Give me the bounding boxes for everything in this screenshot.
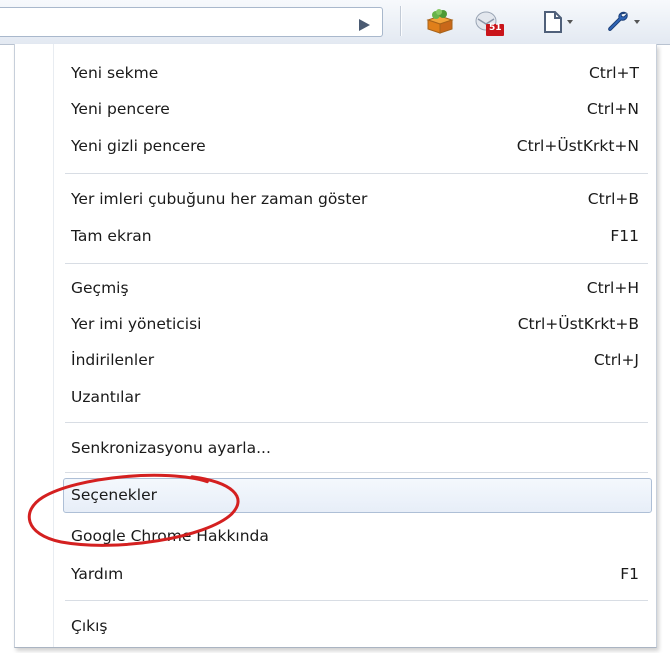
menu-item-label: Geçmiş (71, 279, 129, 297)
menu-item-label: Yardım (71, 565, 124, 583)
extension-box-icon[interactable] (424, 7, 456, 37)
chevron-down-icon (634, 20, 640, 24)
browser-toolbar: 51 (0, 0, 670, 45)
menu-item-label: Seçenekler (71, 486, 157, 504)
menu-item-options[interactable]: Seçenekler (71, 477, 639, 513)
menu-separator (65, 472, 648, 473)
menu-item-new-window[interactable]: Yeni pencere Ctrl+N (71, 91, 639, 127)
go-arrow-icon[interactable] (356, 17, 372, 33)
menu-item-label: İndirilenler (71, 351, 155, 369)
menu-item-label: Yer imleri çubuğunu her zaman göster (71, 190, 368, 208)
menu-item-label: Yeni sekme (71, 64, 159, 82)
menu-item-shortcut: F1 (620, 565, 639, 583)
toolbar-separator (400, 6, 402, 36)
menu-item-shortcut: Ctrl+J (593, 351, 639, 369)
mail-notification-icon[interactable]: 51 (472, 7, 512, 37)
menu-separator (65, 173, 648, 174)
menu-item-label: Senkronizasyonu ayarla... (71, 439, 271, 457)
menu-item-extensions[interactable]: Uzantılar (71, 379, 639, 415)
menu-item-shortcut: Ctrl+N (586, 100, 639, 118)
menu-item-help[interactable]: Yardım F1 (71, 556, 639, 592)
menu-item-new-tab[interactable]: Yeni sekme Ctrl+T (71, 55, 639, 91)
menu-item-shortcut: Ctrl+H (586, 279, 639, 297)
address-bar[interactable] (0, 7, 383, 37)
menu-item-shortcut: Ctrl+B (587, 190, 639, 208)
menu-item-exit[interactable]: Çıkış (71, 608, 639, 644)
menu-item-about-chrome[interactable]: Google Chrome Hakkında (71, 518, 639, 554)
menu-item-label: Yeni gizli pencere (71, 137, 206, 155)
menu-item-label: Çıkış (71, 617, 108, 635)
menu-item-shortcut: Ctrl+ÜstKrkt+N (516, 137, 639, 155)
menu-item-label: Yeni pencere (71, 100, 170, 118)
wrench-dropdown-menu: Yeni sekme Ctrl+T Yeni pencere Ctrl+N Ye… (14, 44, 657, 648)
page-menu-icon[interactable] (542, 7, 573, 37)
menu-gutter (53, 44, 54, 647)
menu-item-label: Tam ekran (71, 227, 152, 245)
menu-item-new-incognito-window[interactable]: Yeni gizli pencere Ctrl+ÜstKrkt+N (71, 128, 639, 164)
menu-item-shortcut: Ctrl+T (588, 64, 639, 82)
menu-item-always-show-bookmarks-bar[interactable]: Yer imleri çubuğunu her zaman göster Ctr… (71, 181, 639, 217)
menu-separator (65, 422, 648, 423)
mail-badge: 51 (489, 23, 502, 33)
menu-separator (65, 600, 648, 601)
menu-separator (65, 263, 648, 264)
menu-item-label: Uzantılar (71, 388, 141, 406)
menu-item-label: Yer imi yöneticisi (71, 315, 202, 333)
menu-item-bookmark-manager[interactable]: Yer imi yöneticisi Ctrl+ÜstKrkt+B (71, 306, 639, 342)
chevron-down-icon (567, 20, 573, 24)
menu-item-history[interactable]: Geçmiş Ctrl+H (71, 270, 639, 306)
menu-item-shortcut: Ctrl+ÜstKrkt+B (517, 315, 639, 333)
menu-item-full-screen[interactable]: Tam ekran F11 (71, 218, 639, 254)
wrench-icon[interactable] (604, 7, 640, 37)
menu-item-downloads[interactable]: İndirilenler Ctrl+J (71, 342, 639, 378)
menu-item-setup-sync[interactable]: Senkronizasyonu ayarla... (71, 430, 639, 466)
menu-item-label: Google Chrome Hakkında (71, 527, 269, 545)
menu-item-shortcut: F11 (610, 227, 639, 245)
